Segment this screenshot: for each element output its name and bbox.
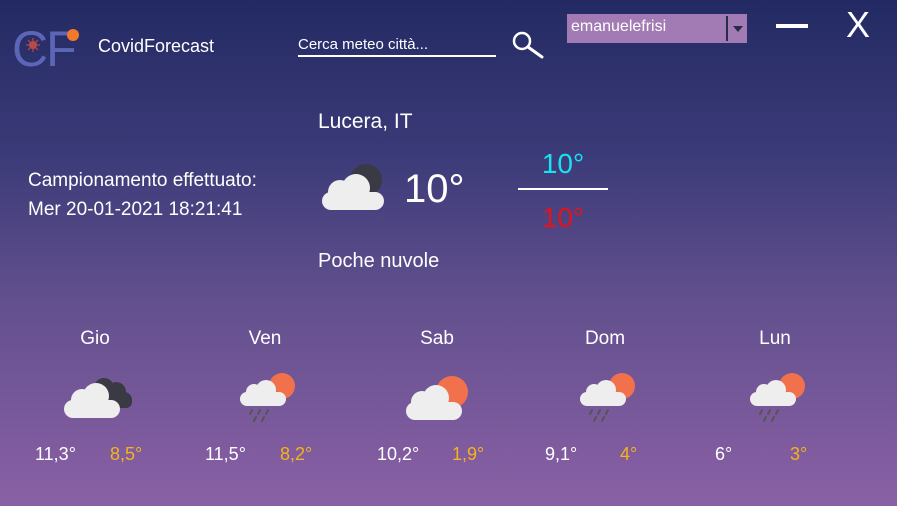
sun-dot-icon	[67, 29, 79, 41]
close-button[interactable]: X	[846, 4, 870, 46]
forecast-low: 8,2°	[280, 444, 313, 464]
forecast-day-name: Gio	[80, 328, 110, 349]
forecast-low: 8,5°	[110, 444, 143, 464]
temp-divider	[518, 188, 608, 190]
forecast-high: 9,1°	[545, 444, 578, 464]
min-temperature: 10°	[541, 202, 585, 233]
forecast-high: 11,5°	[205, 444, 246, 464]
forecast-high: 10,2°	[377, 444, 420, 464]
search-button[interactable]	[510, 30, 546, 60]
rain-sun-icon	[740, 370, 816, 426]
rain-sun-icon	[570, 370, 646, 426]
forecast-day-name: Sab	[420, 328, 454, 349]
forecast-day-name: Dom	[584, 328, 626, 349]
user-select[interactable]: emanuelefrisi	[567, 14, 747, 43]
city-name: Lucera, IT	[318, 110, 413, 133]
partly-cloudy-icon	[402, 370, 478, 426]
search-icon	[512, 31, 544, 59]
forecast-low: 4°	[620, 444, 638, 464]
chevron-down-icon[interactable]	[728, 14, 747, 43]
app-title: CovidForecast	[98, 36, 215, 56]
minimize-icon	[776, 24, 808, 28]
forecast-day-name: Lun	[759, 328, 791, 349]
user-select-value: emanuelefrisi	[571, 18, 667, 35]
broken-clouds-icon	[318, 162, 390, 216]
forecast-high: 6°	[715, 444, 733, 464]
forecast-day-name: Ven	[248, 328, 282, 349]
virus-icon	[26, 38, 40, 52]
rain-sun-icon	[230, 370, 306, 426]
sample-label: Campionamento effettuato:	[28, 170, 257, 191]
forecast-low: 3°	[790, 444, 808, 464]
current-temperature: 10°	[404, 167, 465, 211]
sample-date: Mer 20-01-2021 18:21:41	[28, 199, 243, 220]
forecast-high: 11,3°	[35, 444, 76, 464]
app-logo: CF	[12, 18, 90, 77]
search-input[interactable]	[298, 36, 496, 57]
max-temperature: 10°	[541, 148, 585, 179]
broken-clouds-icon	[60, 370, 136, 426]
weather-description: Poche nuvole	[318, 250, 440, 272]
forecast-low: 1,9°	[452, 444, 485, 464]
